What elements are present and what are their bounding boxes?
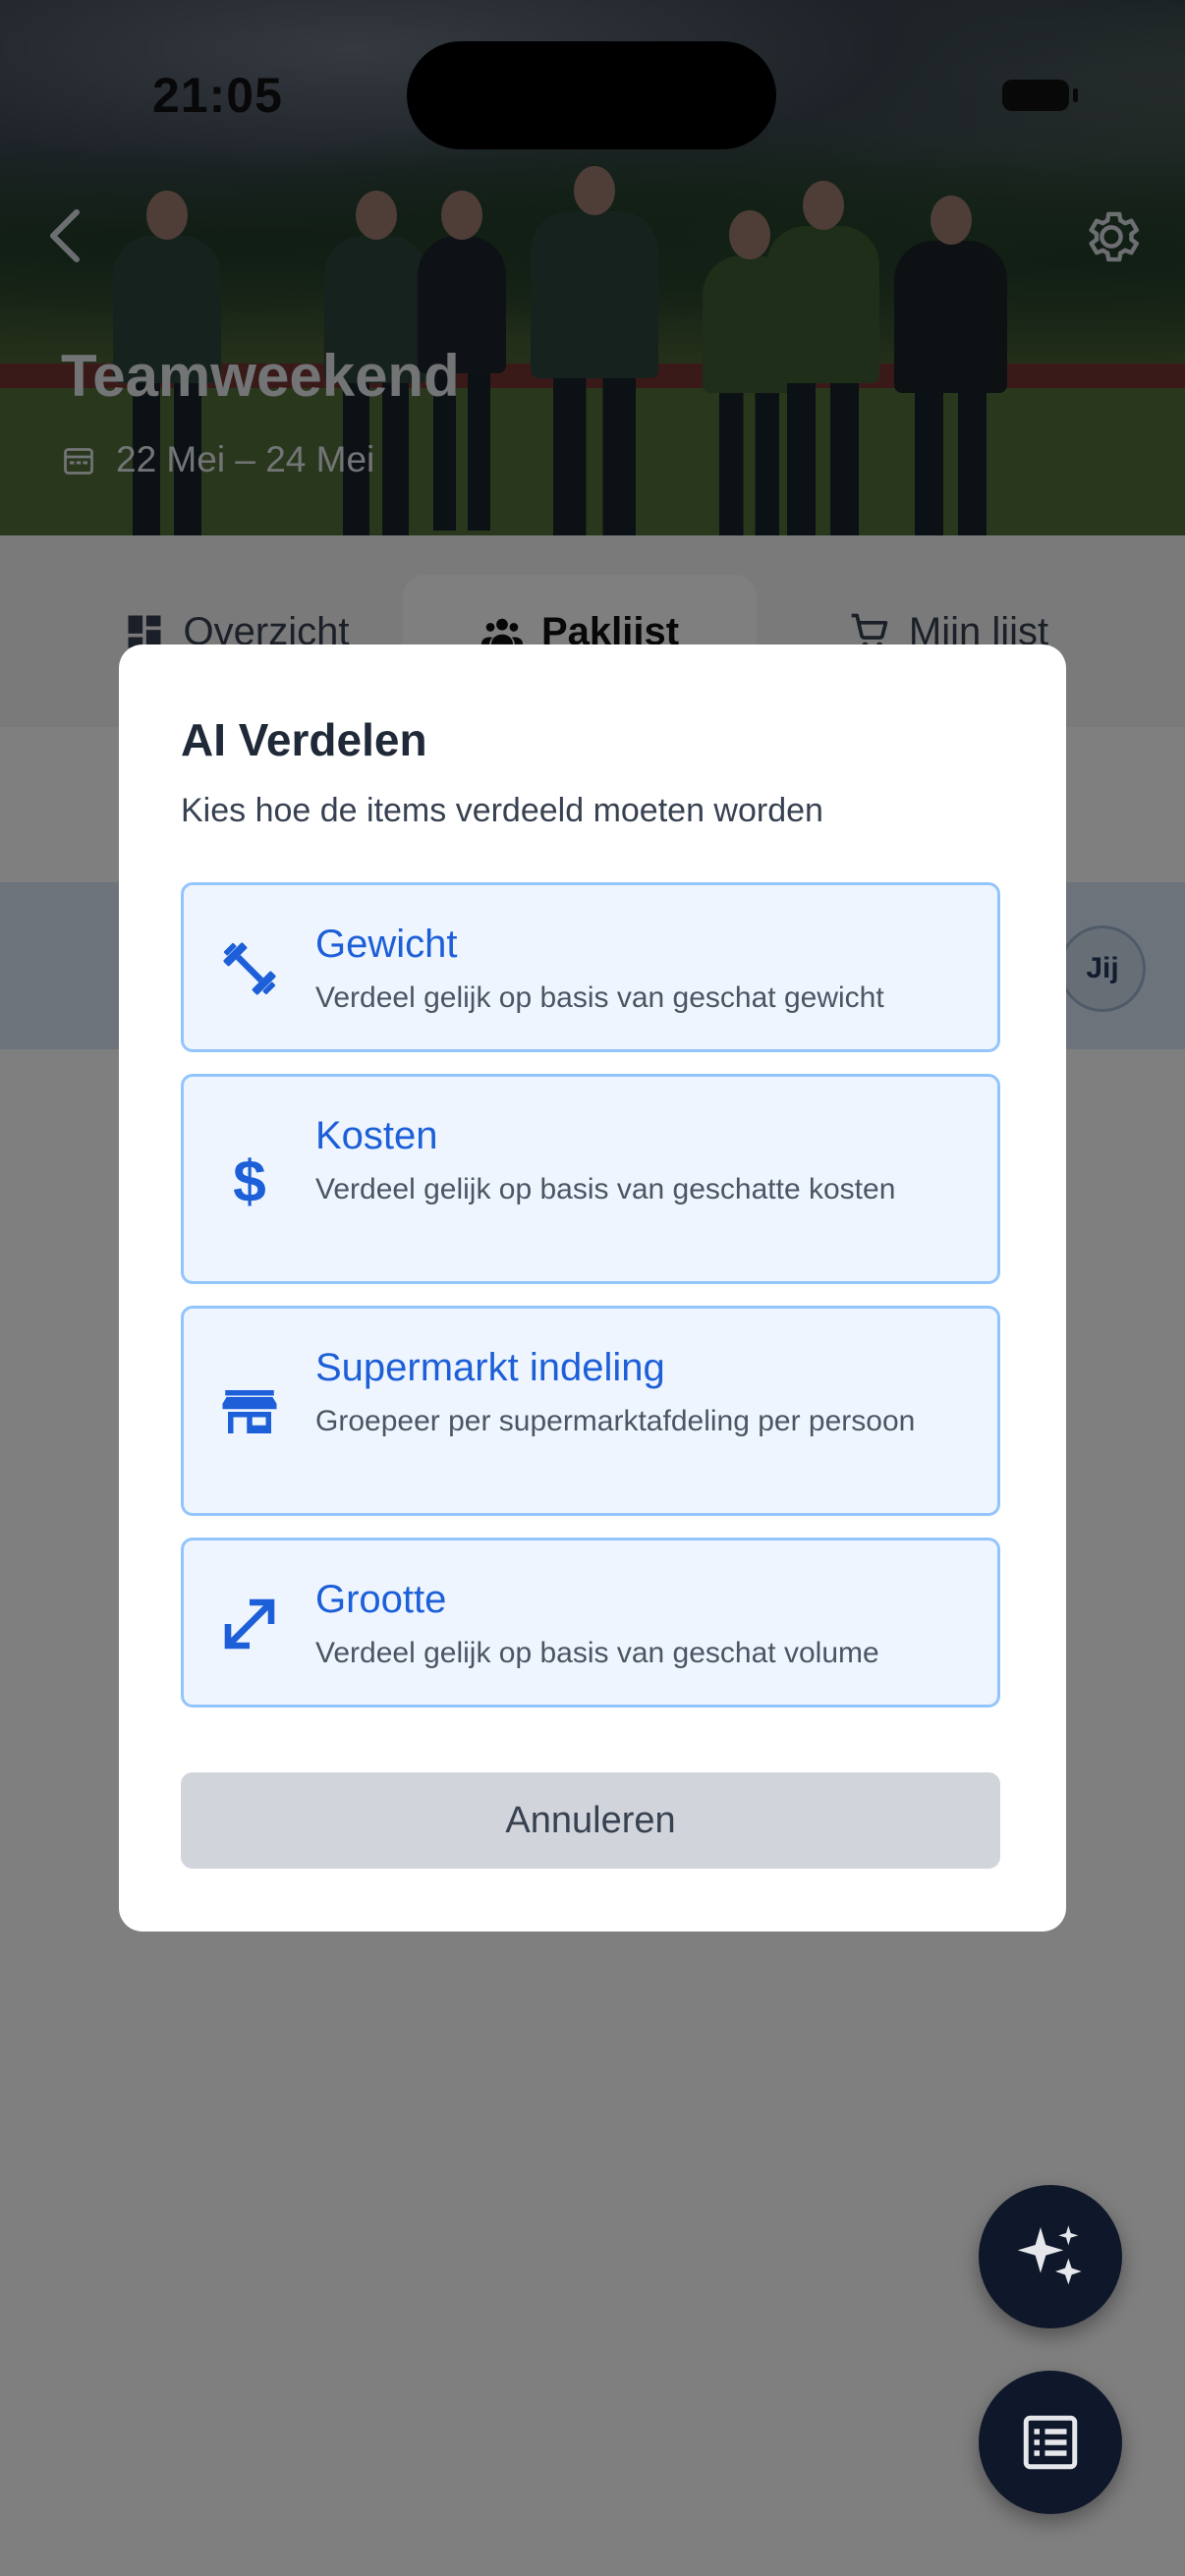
sparkle-icon	[1017, 2225, 1082, 2285]
resize-icon	[224, 1598, 275, 1650]
ai-sparkle-button[interactable]	[979, 2185, 1122, 2328]
option-supermarket[interactable]: Supermarkt indeling Groepeer per superma…	[181, 1306, 1000, 1516]
option-cost[interactable]: $ Kosten Verdeel gelijk op basis van ges…	[181, 1074, 1000, 1284]
ai-distribute-dialog: AI Verdelen Kies hoe de items verdeeld m…	[119, 644, 1066, 1932]
option-description: Verdeel gelijk op basis van geschat gewi…	[315, 981, 884, 1014]
svg-text:$: $	[233, 1148, 266, 1212]
option-description: Groepeer per supermarktafdeling per pers…	[315, 1405, 916, 1437]
dollar-icon: $	[233, 1148, 266, 1212]
option-title: Supermarkt indeling	[315, 1346, 665, 1389]
option-title: Grootte	[315, 1578, 447, 1621]
option-title: Gewicht	[315, 923, 458, 966]
dumbbell-icon	[223, 942, 276, 995]
option-size[interactable]: Grootte Verdeel gelijk op basis van gesc…	[181, 1538, 1000, 1708]
store-icon	[222, 1390, 277, 1433]
cancel-button[interactable]: Annuleren	[181, 1772, 1000, 1869]
option-weight[interactable]: Gewicht Verdeel gelijk op basis van gesc…	[181, 882, 1000, 1052]
list-view-button[interactable]	[979, 2371, 1122, 2514]
dialog-title: AI Verdelen	[181, 714, 427, 765]
list-alt-icon	[1023, 2415, 1078, 2470]
option-description: Verdeel gelijk op basis van geschatte ko…	[315, 1173, 896, 1205]
option-title: Kosten	[315, 1114, 438, 1157]
option-description: Verdeel gelijk op basis van geschat volu…	[315, 1637, 879, 1669]
dialog-subtitle: Kies hoe de items verdeeld moeten worden	[181, 792, 823, 829]
